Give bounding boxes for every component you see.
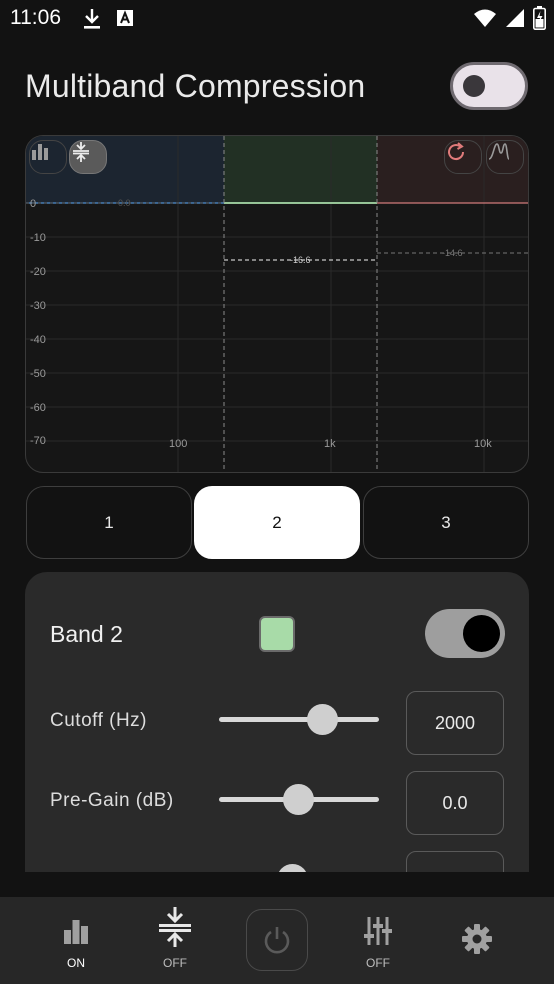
toggle-knob — [463, 75, 485, 97]
reset-button[interactable] — [444, 140, 482, 174]
tab-band-2[interactable]: 2 — [194, 486, 360, 559]
sliders-icon — [363, 915, 393, 952]
signal-icon — [505, 8, 525, 33]
download-icon — [82, 8, 102, 35]
slider-thumb[interactable] — [283, 784, 314, 815]
cutoff-slider[interactable] — [219, 704, 379, 735]
threshold-value-field[interactable] — [406, 851, 504, 872]
band-tabs: 1 2 3 — [25, 486, 529, 560]
nav-compressor-status: OFF — [163, 956, 187, 970]
curve-icon — [488, 143, 510, 160]
cutoff-label: Cutoff (Hz) — [50, 710, 148, 731]
x-tick: 100 — [169, 438, 187, 450]
band-title: Band 2 — [50, 621, 123, 647]
y-tick: -40 — [30, 334, 46, 346]
y-tick: 0 — [30, 198, 36, 210]
y-tick: -60 — [30, 402, 46, 414]
band2-region — [224, 136, 377, 203]
power-icon — [264, 927, 290, 954]
y-tick: -20 — [30, 266, 46, 278]
x-tick: 1k — [324, 438, 336, 450]
cutoff-value-field[interactable]: 2000 — [406, 691, 504, 755]
toggle-knob — [463, 615, 500, 652]
band2-value-label: -16.6 — [290, 255, 311, 265]
nav-filters[interactable]: OFF — [338, 897, 418, 984]
pregain-slider[interactable] — [219, 784, 379, 815]
compress-icon — [158, 907, 192, 952]
bottom-nav: ON OFF OFF — [0, 897, 554, 984]
nav-settings[interactable] — [437, 897, 517, 984]
battery-icon — [533, 6, 546, 35]
y-tick: -30 — [30, 300, 46, 312]
band-color-swatch[interactable] — [259, 616, 295, 652]
band3-value-label: -14.6 — [442, 248, 463, 258]
pregain-value-field[interactable]: 0.0 — [406, 771, 504, 835]
status-time: 11:06 — [10, 6, 61, 29]
y-tick: -10 — [30, 232, 46, 244]
wifi-icon — [473, 8, 497, 33]
status-bar: 11:06 — [0, 0, 554, 38]
y-tick: -70 — [30, 435, 46, 447]
band-enable-toggle[interactable] — [425, 609, 505, 658]
compression-enable-toggle[interactable] — [450, 62, 528, 110]
bar-chart-icon — [32, 144, 48, 160]
slider-thumb[interactable] — [307, 704, 338, 735]
gear-icon — [461, 923, 493, 960]
slider-track — [219, 717, 379, 722]
page-title: Multiband Compression — [25, 68, 366, 104]
equalizer-bars-icon — [62, 917, 90, 950]
power-button[interactable] — [246, 909, 308, 971]
tab-band-3[interactable]: 3 — [363, 486, 529, 559]
nav-equalizer[interactable]: ON — [36, 897, 116, 984]
nav-equalizer-status: ON — [67, 956, 85, 970]
nav-filters-status: OFF — [366, 956, 390, 970]
band1-value-label: 0.0 — [118, 198, 131, 208]
x-tick: 10k — [474, 438, 492, 450]
refresh-icon — [448, 142, 465, 161]
eq-view-button[interactable] — [29, 140, 67, 174]
tab-band-1[interactable]: 1 — [26, 486, 192, 559]
nav-compressor[interactable]: OFF — [135, 897, 215, 984]
y-tick: -50 — [30, 368, 46, 380]
font-app-icon — [116, 8, 134, 33]
graph-canvas: 0 -10 -20 -30 -40 -50 -60 -70 100 1k 10k… — [26, 136, 528, 472]
threshold-slider[interactable] — [219, 864, 379, 872]
pregain-label: Pre-Gain (dB) — [50, 790, 174, 811]
compression-graph[interactable]: 0 -10 -20 -30 -40 -50 -60 -70 100 1k 10k… — [25, 135, 529, 473]
compress-icon — [73, 142, 89, 162]
curve-view-button[interactable] — [486, 140, 524, 174]
slider-thumb[interactable] — [277, 864, 308, 872]
compressor-view-button[interactable] — [69, 140, 107, 174]
band-settings-card: Band 2 Cutoff (Hz) 2000 Pre-Gain (dB) 0.… — [25, 572, 529, 872]
